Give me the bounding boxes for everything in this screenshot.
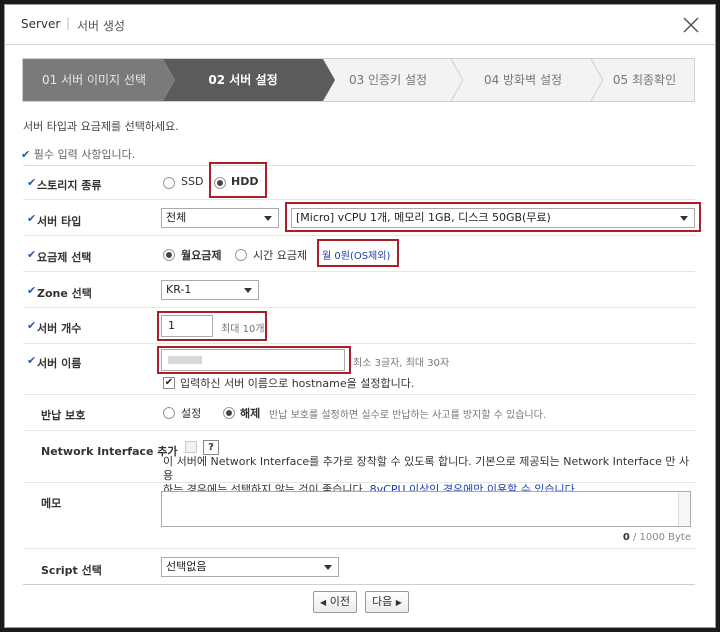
storage-ssd-label: SSD — [181, 175, 204, 188]
count-row: ✔ 서버 개수 1 최대 10개 — [23, 308, 695, 344]
step-auth-key: 03 인증키 설정 — [323, 59, 464, 101]
required-note: ✔ 필수 입력 사항입니다. — [21, 148, 136, 161]
memo-textarea[interactable] — [161, 491, 691, 527]
required-check-icon: ✔ — [27, 319, 37, 332]
dialog-titlebar: Server | 서버 생성 — [5, 5, 715, 45]
highlight-box — [209, 162, 267, 198]
prev-button[interactable]: ◀ 이전 — [313, 591, 357, 613]
scrollbar[interactable] — [678, 492, 690, 526]
required-check-icon: ✔ — [27, 354, 37, 367]
chevron-left-icon: ◀ — [320, 598, 327, 607]
step-firewall: 04 방화벽 설정 — [453, 59, 604, 101]
highlight-box — [285, 202, 701, 232]
protect-hint: 반납 보호를 설정하면 실수로 반납하는 사고를 방지할 수 있습니다. — [269, 410, 547, 421]
guide-text: 서버 타입과 요금제를 선택하세요. — [23, 120, 179, 133]
chevron-right-icon: ▶ — [395, 598, 402, 607]
script-label: Script 선택 — [41, 564, 102, 577]
help-icon[interactable]: ? — [203, 440, 219, 455]
plan-monthly-label: 월요금제 — [181, 249, 222, 262]
check-icon: ✔ — [21, 148, 31, 161]
storage-ssd-radio[interactable] — [163, 177, 175, 189]
storage-row: ✔ 스토리지 종류 SSD HDD — [23, 162, 695, 200]
chevron-down-icon — [324, 565, 332, 570]
zone-row: ✔ Zone 선택 KR-1 — [23, 272, 695, 308]
count-label: 서버 개수 — [37, 322, 82, 335]
required-check-icon: ✔ — [27, 212, 37, 225]
server-type-row: ✔ 서버 타입 전체 [Micro] vCPU 1개, 메모리 1GB, 디스크… — [23, 200, 701, 236]
highlight-box — [317, 239, 399, 267]
script-select[interactable]: 선택없음 — [161, 557, 339, 577]
script-row: Script 선택 선택없음 — [23, 549, 695, 585]
memo-row: 메모 0 / 1000 Byte — [23, 483, 695, 549]
memo-counter: 0 / 1000 Byte — [622, 532, 691, 543]
required-check-icon: ✔ — [27, 176, 37, 189]
server-category-select[interactable]: 전체 — [161, 208, 279, 228]
required-check-icon: ✔ — [27, 248, 37, 261]
name-hint: 최소 3글자, 최대 30자 — [353, 358, 450, 369]
chevron-down-icon — [244, 288, 252, 293]
close-icon[interactable] — [681, 15, 701, 35]
hostname-checkbox[interactable]: ✔ — [163, 377, 175, 389]
protect-on-label: 설정 — [181, 407, 202, 420]
storage-label: 스토리지 종류 — [37, 179, 102, 192]
plan-hourly-label: 시간 요금제 — [253, 249, 308, 262]
protect-off-label: 해제 — [240, 407, 261, 420]
protect-label: 반납 보호 — [41, 409, 86, 422]
name-label: 서버 이름 — [37, 357, 82, 370]
chevron-down-icon — [264, 216, 272, 221]
zone-label: Zone 선택 — [37, 287, 92, 300]
nic-description: 이 서버에 Network Interface를 추가로 장착할 수 있도록 합… — [163, 455, 690, 482]
nic-row: Network Interface 추가 ? 이 서버에 Network Int… — [23, 431, 695, 496]
highlight-box — [157, 346, 351, 374]
plan-monthly-radio[interactable] — [163, 249, 175, 261]
wizard-steps: 01 서버 이미지 선택 02 서버 설정 03 인증키 설정 04 방화벽 설… — [22, 58, 695, 102]
plan-row: ✔ 요금제 선택 월요금제 시간 요금제 월 0원(OS제외) — [23, 236, 695, 272]
step-final-confirm: 05 최종확인 — [612, 73, 677, 87]
plan-label: 요금제 선택 — [37, 251, 92, 264]
step-image-select: 01 서버 이미지 선택 — [23, 59, 175, 101]
highlight-box — [157, 311, 267, 341]
zone-select[interactable]: KR-1 — [161, 280, 259, 300]
nic-label: Network Interface 추가 — [41, 445, 178, 458]
protect-off-radio[interactable] — [223, 407, 235, 419]
step-server-settings: 02 서버 설정 — [163, 59, 335, 101]
required-check-icon: ✔ — [27, 284, 37, 297]
hostname-label: 입력하신 서버 이름으로 hostname을 설정합니다. — [180, 377, 415, 390]
title-separator: | — [66, 16, 71, 30]
plan-hourly-radio[interactable] — [235, 249, 247, 261]
server-type-label: 서버 타입 — [37, 215, 82, 228]
protect-on-radio[interactable] — [163, 407, 175, 419]
create-server-dialog: Server | 서버 생성 01 서버 이미지 선택 02 서버 설정 03 … — [4, 4, 716, 628]
dialog-title: Server — [21, 17, 61, 31]
name-row: ✔ 서버 이름 최소 3글자, 최대 30자 ✔ 입력하신 서버 이름으로 ho… — [23, 344, 695, 395]
nic-checkbox[interactable] — [185, 441, 197, 453]
protect-row: 반납 보호 설정 해제 반납 보호를 설정하면 실수로 반납하는 사고를 방지할… — [23, 395, 695, 431]
memo-label: 메모 — [41, 497, 62, 510]
dialog-subtitle: 서버 생성 — [77, 19, 125, 33]
next-button[interactable]: 다음 ▶ — [365, 591, 409, 613]
